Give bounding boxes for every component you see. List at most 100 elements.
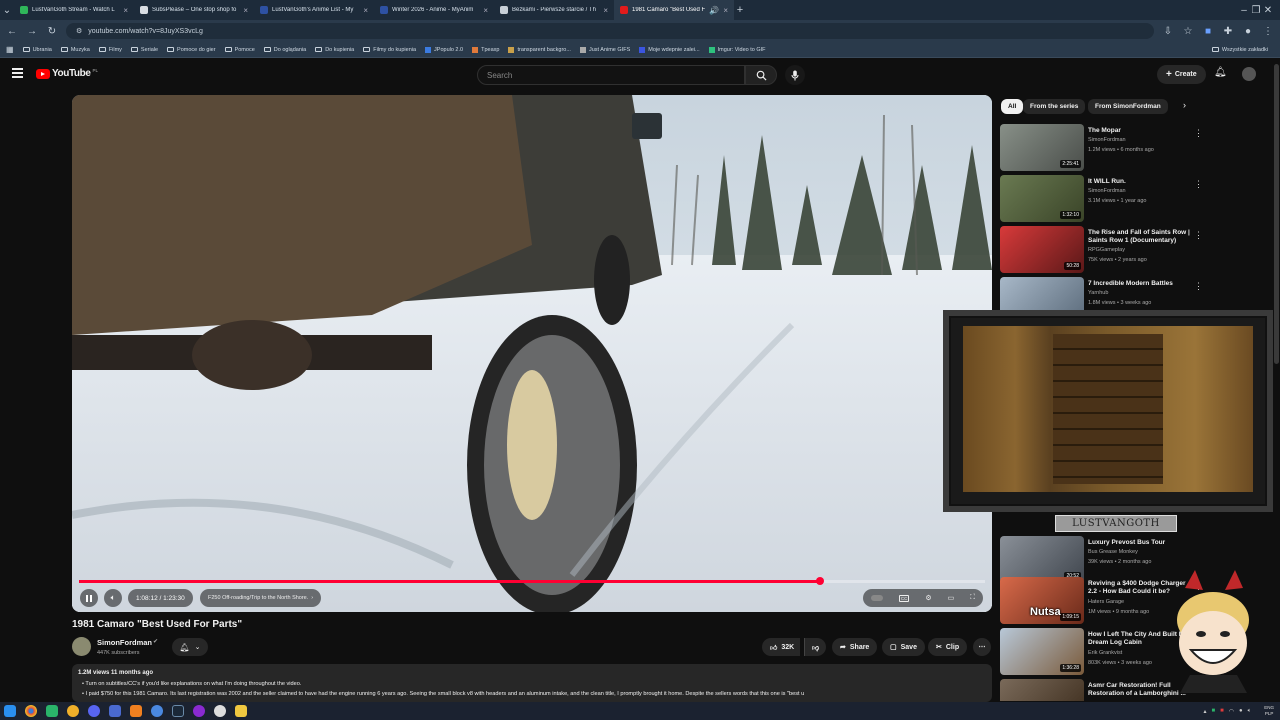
save-button[interactable]: ▢ Save — [882, 638, 925, 656]
voice-search-button[interactable] — [785, 65, 805, 85]
recommended-video[interactable]: 1:32:10 It WILL Run. SimonFordman 3.1M v… — [1000, 175, 1205, 223]
speaker-tray-icon[interactable]: 🔈︎ — [1248, 708, 1252, 715]
window-close-icon[interactable]: ✕ — [1262, 5, 1274, 16]
search-input[interactable]: Search — [477, 65, 745, 85]
theater-mode-icon[interactable]: ▭ — [948, 594, 955, 602]
app-icon[interactable] — [46, 705, 58, 717]
extension-icon[interactable]: ■ — [1202, 26, 1214, 37]
tray-icon[interactable]: ■ — [1220, 708, 1224, 715]
close-icon[interactable]: × — [243, 6, 248, 15]
chip-all[interactable]: All — [1001, 99, 1024, 114]
more-options-icon[interactable]: ⋮ — [1194, 281, 1203, 292]
bookmark-folder[interactable]: Do kupienia — [315, 47, 354, 53]
speaker-icon[interactable]: 🔊 — [709, 6, 719, 15]
hamburger-menu-icon[interactable] — [12, 68, 23, 78]
language-indicator[interactable]: ENG PLP — [1264, 705, 1274, 717]
share-button[interactable]: ➦ Share — [832, 638, 878, 656]
create-button[interactable]: + Create — [1157, 65, 1206, 84]
close-icon[interactable]: × — [123, 6, 128, 15]
chip-from-channel[interactable]: From SimonFordman — [1088, 99, 1168, 114]
windows-start-icon[interactable] — [4, 705, 16, 717]
app-icon[interactable] — [67, 705, 79, 717]
bookmark-folder[interactable]: Pomoce — [224, 47, 255, 53]
close-icon[interactable]: × — [483, 6, 488, 15]
play-pause-button[interactable] — [80, 589, 98, 607]
more-options-icon[interactable]: ⋮ — [1194, 128, 1203, 139]
recommended-video[interactable]: 2:25:41 The Mopar SimonFordman 1.2M view… — [1000, 124, 1205, 172]
close-icon[interactable]: × — [723, 6, 728, 15]
fullscreen-icon[interactable]: ⛶ — [970, 594, 975, 602]
back-icon[interactable]: ← — [6, 26, 18, 37]
tab-4[interactable]: Winter 2026 - Anime - MyAnim × — [374, 0, 494, 20]
tab-5[interactable]: Bezkami - Pierwsze starcie / Th × — [494, 0, 614, 20]
bookmark-folder[interactable]: Seriale — [130, 47, 158, 53]
bookmark-link[interactable]: JPopulo 2.0 — [425, 46, 463, 53]
page-scrollbar[interactable] — [1274, 64, 1279, 364]
extensions-puzzle-icon[interactable]: ✚ — [1222, 26, 1234, 37]
bookmark-link[interactable]: Tpeaxp — [472, 46, 499, 53]
close-icon[interactable]: × — [603, 6, 608, 15]
bookmark-link[interactable]: Imgur: Video to GIF — [708, 46, 766, 53]
app-icon[interactable] — [109, 705, 121, 717]
minimize-icon[interactable]: – — [1238, 5, 1250, 16]
new-tab-button[interactable]: + — [734, 4, 746, 16]
dislike-button[interactable]: 👎︎ — [804, 638, 827, 656]
settings-gear-icon[interactable]: ⚙ — [925, 594, 931, 602]
site-info-icon[interactable]: ⚙ — [76, 27, 82, 35]
tab-search-icon[interactable]: ⌄ — [0, 5, 14, 16]
install-icon[interactable]: ⇩ — [1162, 26, 1174, 37]
subtitles-icon[interactable]: CC — [898, 594, 910, 602]
chrome-icon[interactable] — [25, 705, 37, 717]
clip-button[interactable]: ✂ Clip — [928, 638, 968, 656]
youtube-logo[interactable]: YouTube PL — [36, 68, 98, 79]
tab-2[interactable]: SubsPlease – One stop shop fo × — [134, 0, 254, 20]
chips-next-icon[interactable]: › — [1183, 100, 1186, 110]
all-bookmarks[interactable]: Wszystkie zakładki — [1211, 47, 1268, 53]
bookmark-folder[interactable]: Do oglądania — [263, 47, 306, 53]
network-icon[interactable]: ◠ — [1229, 708, 1234, 715]
bookmark-link[interactable]: Moje wdepnie zalei... — [639, 46, 700, 53]
more-options-icon[interactable]: ⋮ — [1194, 179, 1203, 190]
tray-icon[interactable]: ▴ — [1203, 708, 1206, 715]
volume-button[interactable]: 🔈︎ — [104, 589, 122, 607]
app-icon[interactable] — [193, 705, 205, 717]
more-actions-button[interactable]: ⋯ — [973, 638, 991, 656]
bookmark-star-icon[interactable]: ☆ — [1182, 26, 1194, 37]
chip-from-series[interactable]: From the series — [1023, 99, 1086, 114]
app-icon[interactable] — [151, 705, 163, 717]
microphone-tray-icon[interactable]: ● — [1239, 708, 1243, 715]
bookmark-folder[interactable]: Pomoce do gier — [167, 47, 216, 53]
close-icon[interactable]: × — [363, 6, 368, 15]
bookmark-folder[interactable]: Muzyka — [60, 47, 90, 53]
like-button[interactable]: 👍︎ 32K — [762, 638, 801, 656]
autoplay-toggle[interactable] — [870, 595, 883, 601]
recommended-video[interactable]: 50:28 The Rise and Fall of Saints Row | … — [1000, 226, 1205, 274]
file-explorer-icon[interactable] — [235, 705, 247, 717]
progress-track[interactable] — [79, 577, 985, 585]
description-box[interactable]: 1.2M views 11 months ago • Turn on subti… — [72, 664, 992, 702]
tab-3[interactable]: LustVanGoth's Anime List - My × — [254, 0, 374, 20]
tab-1[interactable]: LustVanGoth Stream - Watch L × — [14, 0, 134, 20]
bookmark-link[interactable]: Just Anime GIFS — [579, 46, 630, 53]
address-bar[interactable]: ⚙ youtube.com/watch?v=8JuyXS3vcLg — [66, 23, 1154, 39]
app-icon[interactable] — [214, 705, 226, 717]
channel-name[interactable]: SimonFordman — [97, 638, 152, 647]
forward-icon[interactable]: → — [26, 26, 38, 37]
chapter-button[interactable]: F250 Off-roading/Trip to the North Shore… — [200, 589, 322, 607]
bookmark-link[interactable]: transparent backgro... — [508, 46, 571, 53]
notifications-bell-icon[interactable]: 🔔︎ — [1214, 67, 1227, 78]
tab-6-active[interactable]: 1981 Camaro "Best Used F 🔊 × — [614, 0, 734, 20]
search-button[interactable] — [745, 65, 777, 85]
bookmark-folder[interactable]: Filmy — [98, 47, 122, 53]
bookmark-folder[interactable]: Ubrania — [22, 47, 52, 53]
profile-icon[interactable]: ● — [1242, 26, 1254, 37]
apps-grid-icon[interactable]: ▦ — [6, 45, 14, 54]
channel-avatar[interactable] — [72, 637, 91, 656]
maximize-icon[interactable]: ❐ — [1250, 5, 1262, 16]
vlc-icon[interactable] — [130, 705, 142, 717]
tray-icon[interactable]: ■ — [1212, 708, 1216, 715]
avatar[interactable] — [1242, 67, 1256, 81]
browser-menu-icon[interactable]: ⋮ — [1262, 26, 1274, 37]
reload-icon[interactable]: ↻ — [46, 26, 58, 37]
system-tray[interactable]: ▴ ■ ■ ◠ ● 🔈︎ — [1203, 708, 1251, 715]
